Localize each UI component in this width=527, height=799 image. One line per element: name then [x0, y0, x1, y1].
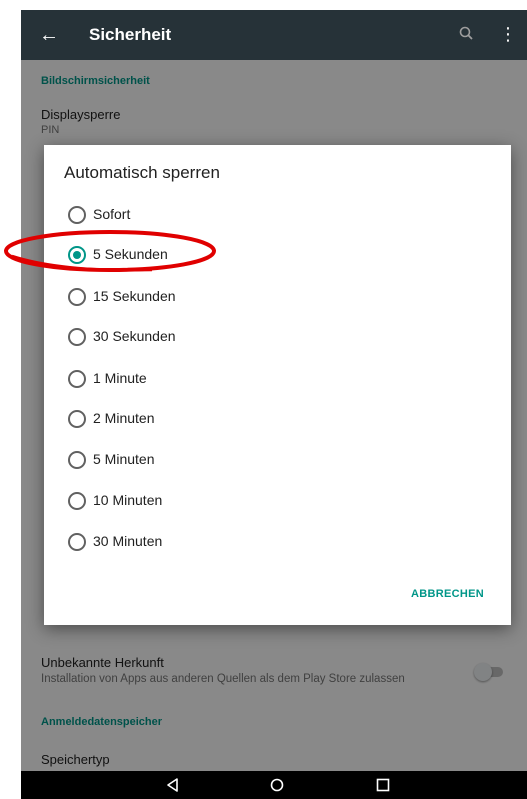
option-15-sekunden[interactable]: 15 Sekunden — [68, 282, 368, 312]
auto-lock-dialog: Automatisch sperren Sofort 5 Sekunden 15… — [44, 145, 511, 625]
page-title: Sicherheit — [89, 25, 172, 44]
nav-back-icon[interactable] — [163, 775, 183, 795]
arrow-back-icon[interactable]: ← — [39, 23, 59, 47]
app-bar: ← Sicherheit ⋮ — [21, 10, 527, 60]
radio-button[interactable] — [68, 451, 86, 469]
option-label: 10 Minuten — [93, 492, 163, 508]
option-30-minuten[interactable]: 30 Minuten — [68, 527, 368, 557]
option-label: 30 Sekunden — [93, 328, 176, 344]
option-label: 5 Minuten — [93, 451, 155, 467]
radio-button[interactable] — [68, 370, 86, 388]
option-30-sekunden[interactable]: 30 Sekunden — [68, 322, 368, 352]
radio-button[interactable] — [68, 533, 86, 551]
more-vert-icon[interactable]: ⋮ — [499, 24, 517, 44]
radio-button[interactable] — [68, 288, 86, 306]
option-label: 15 Sekunden — [93, 288, 176, 304]
option-5-minuten[interactable]: 5 Minuten — [68, 445, 368, 475]
navigation-bar — [21, 771, 527, 799]
search-icon[interactable] — [457, 24, 477, 44]
radio-dot — [73, 251, 81, 259]
radio-button[interactable] — [68, 206, 86, 224]
radio-button[interactable] — [68, 410, 86, 428]
option-label: 2 Minuten — [93, 410, 155, 426]
option-10-minuten[interactable]: 10 Minuten — [68, 486, 368, 516]
nav-home-icon[interactable] — [267, 775, 287, 795]
option-label: 1 Minute — [93, 370, 147, 386]
option-label: 30 Minuten — [93, 533, 163, 549]
option-sofort[interactable]: Sofort — [68, 200, 368, 230]
nav-recents-icon[interactable] — [373, 775, 393, 795]
option-1-minute[interactable]: 1 Minute — [68, 364, 368, 394]
option-label: Sofort — [93, 206, 131, 222]
option-2-minuten[interactable]: 2 Minuten — [68, 404, 368, 434]
radio-button[interactable] — [68, 328, 86, 346]
radio-button[interactable] — [68, 492, 86, 510]
cancel-button[interactable]: ABBRECHEN — [411, 588, 484, 600]
radio-button-selected[interactable] — [68, 246, 86, 264]
option-5-sekunden[interactable]: 5 Sekunden — [68, 240, 368, 270]
dialog-title: Automatisch sperren — [64, 163, 220, 182]
option-label: 5 Sekunden — [93, 246, 168, 262]
